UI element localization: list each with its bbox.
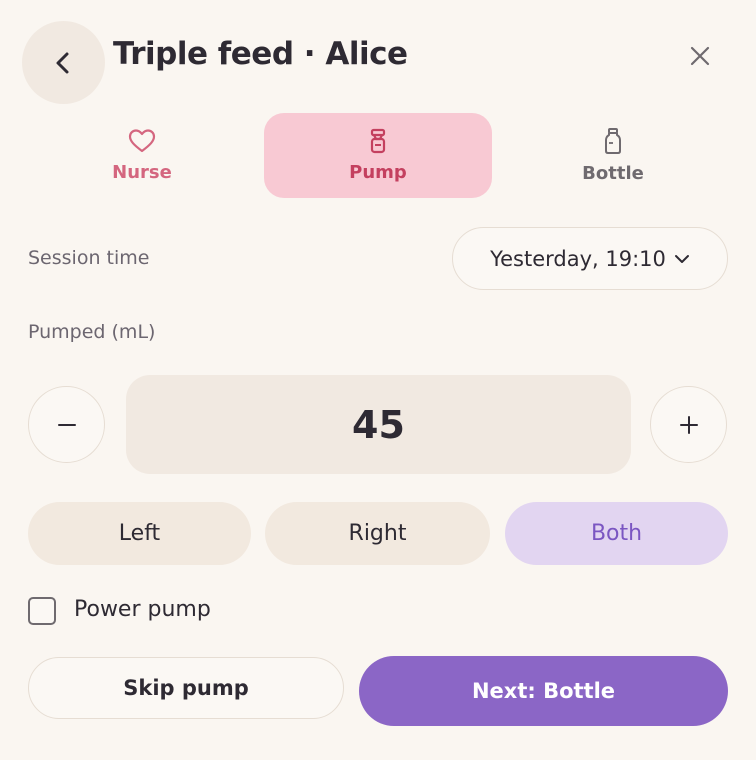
pumped-amount-label: Pumped (mL) <box>28 321 156 343</box>
pump-icon <box>370 128 386 154</box>
session-time-label: Session time <box>28 247 150 269</box>
session-time-value: Yesterday, 19:10 <box>490 246 666 271</box>
tab-label: Pump <box>349 162 407 183</box>
tab-label: Bottle <box>582 163 644 184</box>
next-button[interactable]: Next: Bottle <box>359 656 728 726</box>
side-option-both[interactable]: Both <box>505 502 728 565</box>
decrement-button[interactable] <box>28 386 105 463</box>
side-option-right[interactable]: Right <box>265 502 490 565</box>
power-pump-label: Power pump <box>74 597 211 622</box>
tab-label: Nurse <box>112 162 172 183</box>
session-time-select[interactable]: Yesterday, 19:10 <box>452 227 728 290</box>
plus-icon <box>679 415 698 434</box>
increment-button[interactable] <box>650 386 727 463</box>
pumped-amount-input[interactable]: 45 <box>126 375 631 474</box>
power-pump-checkbox[interactable] <box>28 597 56 625</box>
minus-icon <box>57 423 76 426</box>
tab-bottle[interactable]: Bottle <box>499 113 727 198</box>
tab-nurse[interactable]: Nurse <box>28 113 256 198</box>
close-button[interactable] <box>682 38 718 74</box>
back-button[interactable] <box>22 21 105 104</box>
skip-pump-button[interactable]: Skip pump <box>28 657 344 719</box>
bottle-icon <box>605 128 621 154</box>
side-option-left[interactable]: Left <box>28 502 251 565</box>
chevron-down-icon <box>674 254 689 263</box>
chevron-left-icon <box>56 52 68 73</box>
close-icon <box>690 46 710 66</box>
tab-pump[interactable]: Pump <box>264 113 492 198</box>
heart-icon <box>128 129 156 153</box>
page-title: Triple feed · Alice <box>113 36 408 72</box>
